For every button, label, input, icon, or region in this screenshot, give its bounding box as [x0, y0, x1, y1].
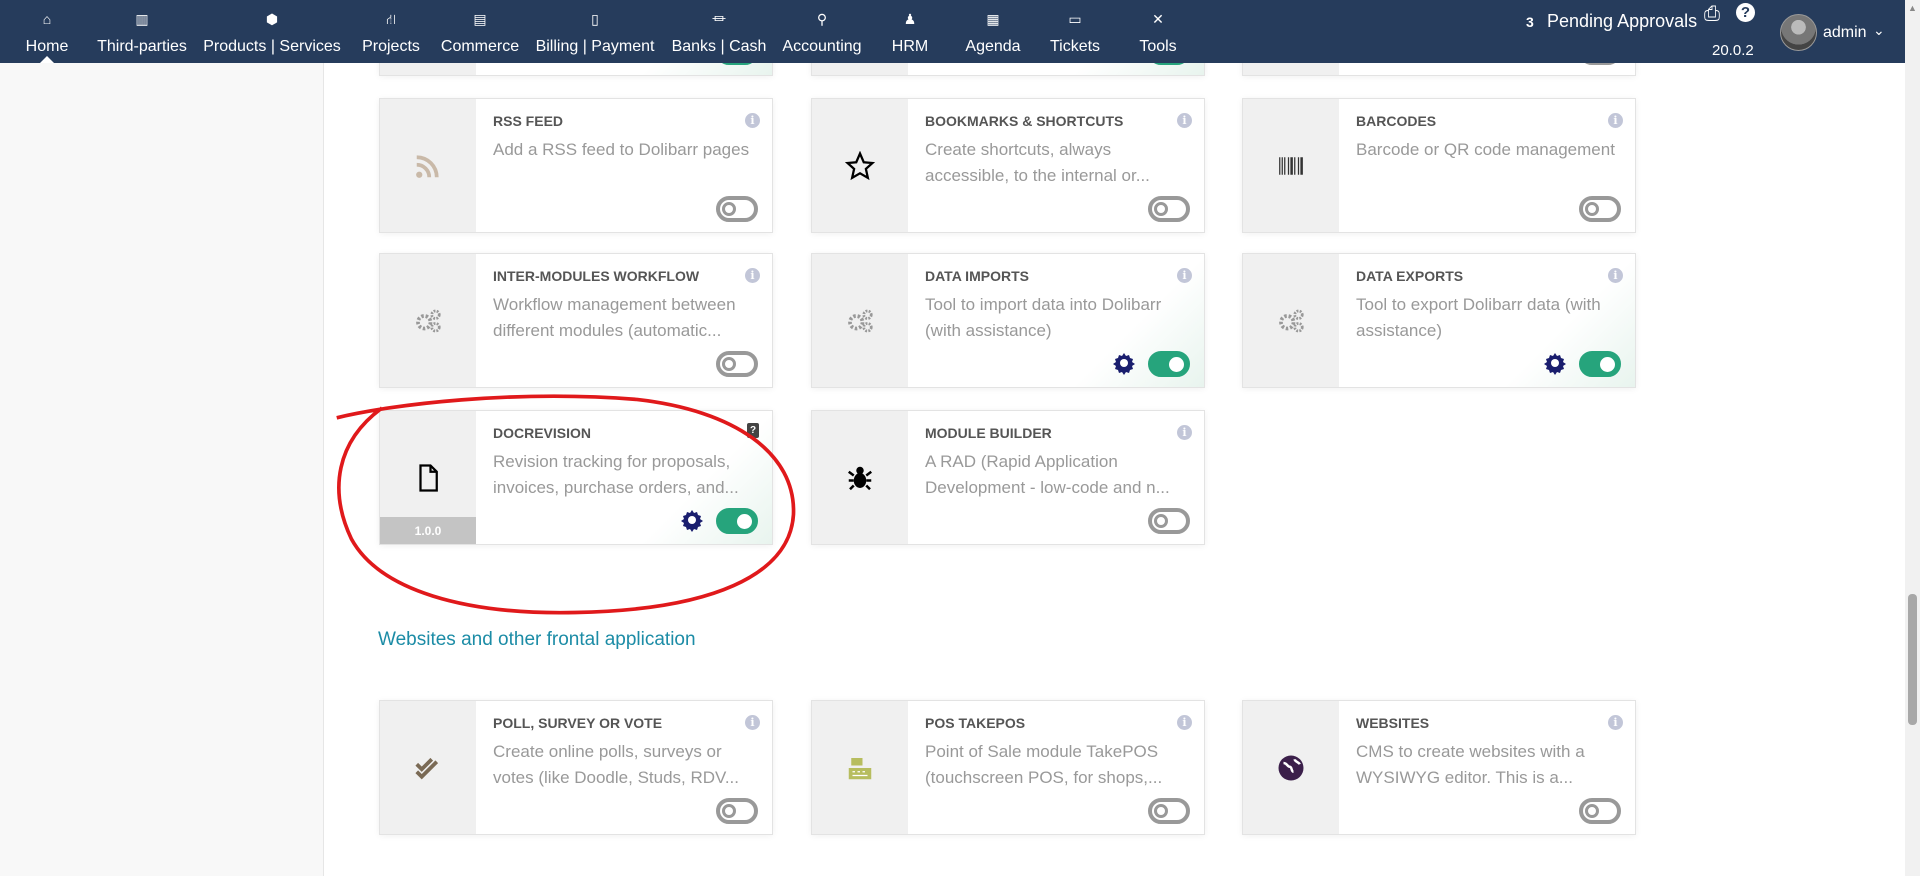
- user-menu-name[interactable]: admin: [1823, 24, 1867, 42]
- modules-main: RSS FEED Add a RSS feed to Dolibarr page…: [324, 0, 1905, 876]
- nav-item-hrm[interactable]: ♟ HRM: [892, 10, 928, 56]
- nav-item-billing-payment[interactable]: ▯ Billing | Payment: [536, 10, 655, 56]
- nav-item-home[interactable]: ⌂ Home: [26, 10, 69, 56]
- scrollbar-thumb[interactable]: [1908, 594, 1917, 725]
- top-navbar: ⌂ Home ▥ Third-parties ⬢ Products | Services ⛙…: [0, 0, 1905, 63]
- nav-item-accounting[interactable]: ⚲ Accounting: [782, 10, 861, 56]
- nav-item-third-parties[interactable]: ▥ Third-parties: [97, 10, 187, 56]
- home-icon: ⌂: [42, 11, 52, 27]
- scrollbar[interactable]: ▲: [1905, 0, 1920, 876]
- sitemap-icon: ⛙: [386, 11, 396, 27]
- ticket-icon: ▭: [1068, 11, 1082, 27]
- chevron-down-icon[interactable]: ⌄: [1873, 22, 1885, 39]
- help-icon[interactable]: ?: [1736, 3, 1755, 22]
- user-tie-icon: ♟: [903, 11, 917, 27]
- bank-icon: ⏛: [712, 11, 726, 27]
- left-sidebar: [0, 0, 324, 876]
- building-icon: ▥: [135, 11, 149, 27]
- avatar[interactable]: [1780, 14, 1817, 51]
- search-dollar-icon: ⚲: [816, 11, 828, 27]
- nav-item-agenda[interactable]: ▦ Agenda: [965, 10, 1020, 56]
- red-annotation-circle: [336, 394, 796, 615]
- nav-item-banks-cash[interactable]: ⏛ Banks | Cash: [672, 10, 767, 56]
- version-label: 20.0.2: [1712, 42, 1754, 59]
- print-icon[interactable]: ⎙: [1704, 3, 1720, 26]
- nav-item-products-services[interactable]: ⬢ Products | Services: [203, 10, 341, 56]
- nav-item-tickets[interactable]: ▭ Tickets: [1050, 10, 1100, 56]
- cube-icon: ⬢: [265, 11, 279, 27]
- invoice-icon: ▯: [591, 11, 599, 27]
- nav-item-commerce[interactable]: ▤ Commerce: [441, 10, 519, 56]
- pending-count[interactable]: 3: [1526, 14, 1534, 30]
- nav-item-tools[interactable]: ✕ Tools: [1139, 10, 1176, 56]
- calendar-icon: ▦: [986, 11, 1000, 27]
- pending-approvals-link[interactable]: Pending Approvals: [1547, 11, 1697, 32]
- tools-icon: ✕: [1152, 11, 1164, 27]
- active-caret: [40, 56, 54, 63]
- nav-item-projects[interactable]: ⛙ Projects: [362, 10, 420, 56]
- suitcase-icon: ▤: [473, 11, 487, 27]
